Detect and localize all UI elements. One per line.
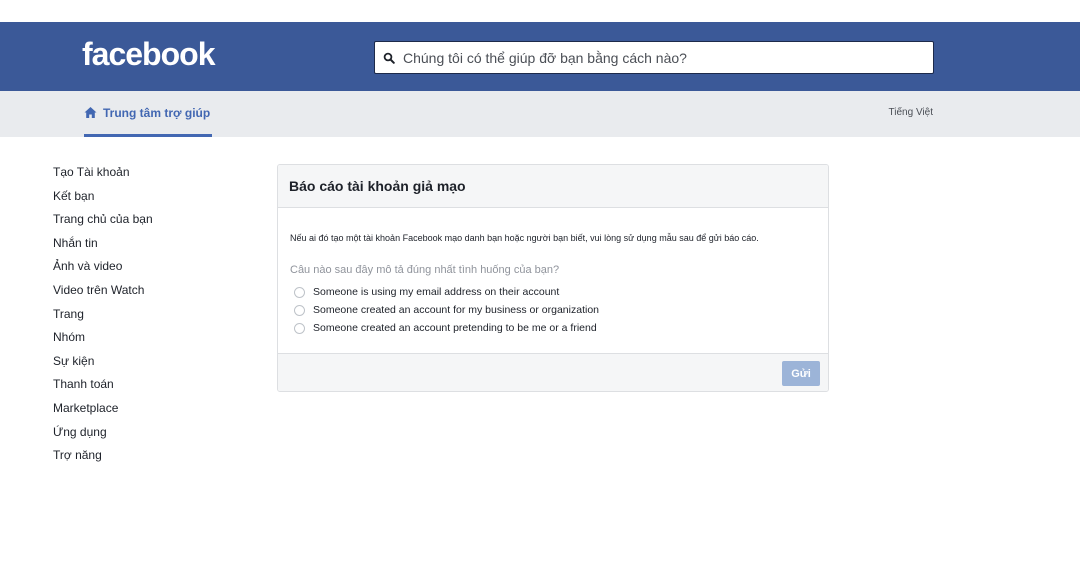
sidebar-item-friends[interactable]: Kết bạn xyxy=(53,188,243,212)
form-question: Câu nào sau đây mô tả đúng nhất tình huố… xyxy=(290,264,560,276)
option-label[interactable]: Someone created an account pretending to… xyxy=(313,322,597,334)
radio-button[interactable] xyxy=(294,286,305,298)
sidebar-item-apps[interactable]: Ứng dụng xyxy=(53,424,243,448)
sidebar-item-groups[interactable]: Nhóm xyxy=(53,329,243,353)
language-selector[interactable]: Tiếng Việt xyxy=(889,107,933,118)
form-footer: Gửi xyxy=(278,353,828,391)
sidebar-item-create-account[interactable]: Tạo Tài khoản xyxy=(53,164,243,188)
submit-button[interactable]: Gửi xyxy=(782,361,820,386)
search-icon xyxy=(383,51,397,65)
option-label[interactable]: Someone is using my email address on the… xyxy=(313,286,559,298)
option-business-account[interactable]: Someone created an account for my busine… xyxy=(290,301,828,319)
fake-account-report-form: Báo cáo tài khoản giả mạo Nếu ai đó tạo … xyxy=(277,164,829,392)
top-bar: facebook xyxy=(0,22,1080,91)
sidebar-item-photos-videos[interactable]: Ảnh và video xyxy=(53,258,243,282)
form-body: Nếu ai đó tạo một tài khoản Facebook mạo… xyxy=(278,208,828,353)
help-center-label: Trung tâm trợ giúp xyxy=(103,105,211,120)
radio-group: Someone is using my email address on the… xyxy=(290,283,828,337)
search-input[interactable] xyxy=(403,42,933,73)
form-intro-text: Nếu ai đó tạo một tài khoản Facebook mạo… xyxy=(290,233,759,243)
help-center-link[interactable]: Trung tâm trợ giúp xyxy=(84,91,213,137)
help-search-box[interactable] xyxy=(374,41,934,74)
help-topics-sidebar: Tạo Tài khoản Kết bạn Trang chủ của bạn … xyxy=(53,164,243,471)
sidebar-item-accessibility[interactable]: Trợ năng xyxy=(53,447,243,471)
option-label[interactable]: Someone created an account for my busine… xyxy=(313,304,599,316)
radio-button[interactable] xyxy=(294,304,305,316)
facebook-logo[interactable]: facebook xyxy=(82,36,215,73)
sidebar-item-messaging[interactable]: Nhắn tin xyxy=(53,235,243,259)
option-email-used[interactable]: Someone is using my email address on the… xyxy=(290,283,828,301)
option-impersonation[interactable]: Someone created an account pretending to… xyxy=(290,319,828,337)
sidebar-item-your-home[interactable]: Trang chủ của bạn xyxy=(53,211,243,235)
sidebar-item-events[interactable]: Sự kiện xyxy=(53,353,243,377)
sidebar-item-pages[interactable]: Trang xyxy=(53,306,243,330)
help-subnav: Trung tâm trợ giúp Tiếng Việt xyxy=(0,91,1080,137)
form-title: Báo cáo tài khoản giả mạo xyxy=(278,165,828,208)
sidebar-item-payments[interactable]: Thanh toán xyxy=(53,376,243,400)
sidebar-item-watch[interactable]: Video trên Watch xyxy=(53,282,243,306)
home-icon xyxy=(84,106,98,119)
sidebar-item-marketplace[interactable]: Marketplace xyxy=(53,400,243,424)
radio-button[interactable] xyxy=(294,322,305,334)
